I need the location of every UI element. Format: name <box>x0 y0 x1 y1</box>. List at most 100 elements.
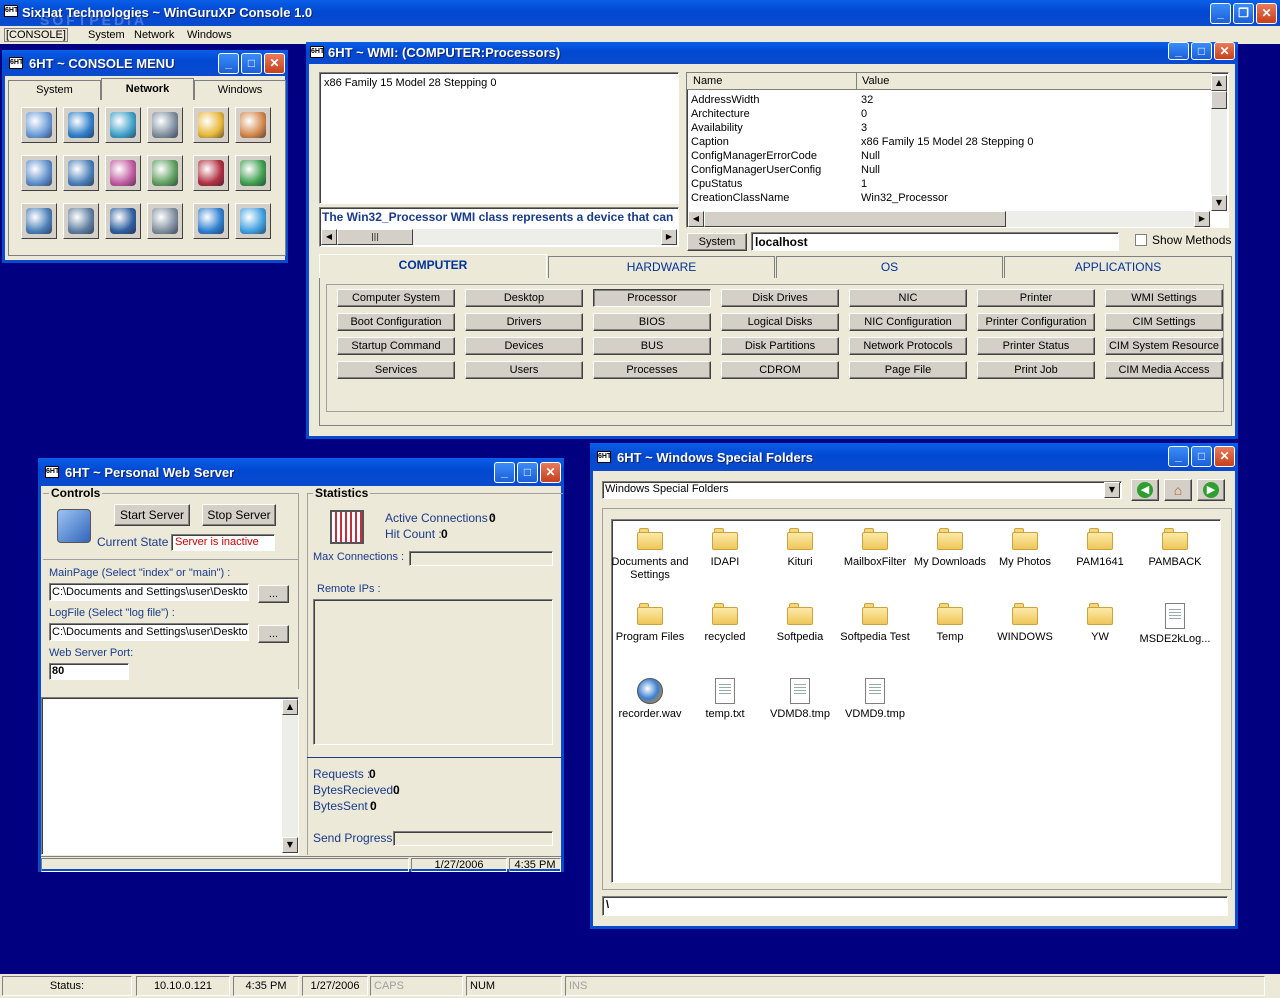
stop-server-button[interactable]: Stop Server <box>202 504 276 526</box>
world-icon[interactable] <box>235 203 271 239</box>
start-server-button[interactable]: Start Server <box>114 504 190 526</box>
wmi-property-row[interactable]: ConfigManagerErrorCode Null <box>687 149 1207 163</box>
wmi-grid-scroll-left-icon[interactable]: ◀ <box>688 211 704 227</box>
wmi-property-row[interactable]: Availability 3 <box>687 121 1207 135</box>
web-server-titlebar[interactable]: 6HT 6HT ~ Personal Web Server _ □ ✕ <box>38 458 564 486</box>
wmi-category-button[interactable]: Disk Partitions <box>721 337 839 355</box>
tab-applications[interactable]: APPLICATIONS <box>1004 256 1232 278</box>
wmi-category-button[interactable]: Desktop <box>465 289 583 307</box>
wmi-close-icon[interactable]: ✕ <box>1214 42 1235 60</box>
network-link-icon[interactable] <box>105 155 141 191</box>
wmi-maximize-icon[interactable]: □ <box>1191 42 1212 60</box>
wmi-category-button[interactable]: Computer System <box>337 289 455 307</box>
wmi-category-button[interactable]: CIM Settings <box>1105 313 1223 331</box>
folder-item[interactable]: Documents and Settings <box>610 528 690 582</box>
log-scroll-down-icon[interactable]: ▼ <box>282 837 298 853</box>
wmi-category-button[interactable]: Processor <box>593 289 711 307</box>
wmi-category-button[interactable]: Services <box>337 361 455 379</box>
network-devices-icon[interactable] <box>147 203 183 239</box>
wmi-category-button[interactable]: NIC <box>849 289 967 307</box>
menu-system[interactable]: System <box>88 29 125 41</box>
minimize-icon[interactable]: _ <box>1210 3 1231 24</box>
close-icon[interactable]: ✕ <box>1256 3 1277 24</box>
network-computer-icon[interactable] <box>63 155 99 191</box>
folder-view[interactable]: Documents and Settings IDAPI Kituri Mailbox… <box>611 519 1221 883</box>
earth-icon[interactable] <box>193 203 229 239</box>
ws-minimize-icon[interactable]: _ <box>494 462 515 483</box>
tab-os[interactable]: OS <box>776 256 1003 278</box>
wmi-desc-scroll-right-icon[interactable]: ▶ <box>661 229 677 245</box>
folder-item[interactable]: recycled <box>685 603 765 644</box>
menu-network[interactable]: Network <box>134 29 174 41</box>
wmi-category-button[interactable]: Printer Configuration <box>977 313 1095 331</box>
folder-item[interactable]: PAMBACK <box>1135 528 1215 569</box>
wmi-property-row[interactable]: AddressWidth 32 <box>687 93 1207 107</box>
forward-button[interactable]: ▶ <box>1197 479 1225 501</box>
network-map-icon[interactable] <box>147 155 183 191</box>
wmi-category-button[interactable]: Processes <box>593 361 711 379</box>
servers-icon[interactable] <box>63 203 99 239</box>
wmi-category-button[interactable]: Printer <box>977 289 1095 307</box>
home-button[interactable]: ⌂ <box>1164 479 1192 501</box>
server-log-textarea[interactable]: ▲ ▼ <box>41 697 299 855</box>
wmi-desc-scroll-thumb[interactable]: ||| <box>337 229 413 245</box>
folder-item[interactable]: PAM1641 <box>1060 528 1140 569</box>
wmi-property-row[interactable]: CpuStatus 1 <box>687 177 1207 191</box>
remote-ips-list[interactable] <box>313 599 553 745</box>
menu-windows[interactable]: Windows <box>187 29 232 41</box>
wmi-grid-scroll-right-icon[interactable]: ▶ <box>1194 211 1210 227</box>
workstation-icon[interactable] <box>21 203 57 239</box>
file-item[interactable]: MSDE2kLog... <box>1135 603 1215 646</box>
sf-maximize-icon[interactable]: □ <box>1191 446 1212 467</box>
wmi-grid-scroll-up-icon[interactable]: ▲ <box>1211 75 1227 91</box>
wmi-grid-hscroll-thumb[interactable] <box>704 211 1006 227</box>
wmi-category-button[interactable]: CDROM <box>721 361 839 379</box>
folder-dropdown[interactable]: Windows Special Folders ▼ <box>602 481 1122 499</box>
wmi-category-button[interactable]: Boot Configuration <box>337 313 455 331</box>
mainpage-input[interactable]: C:\Documents and Settings\user\Deskto <box>49 583 249 601</box>
tab-hardware[interactable]: HARDWARE <box>548 256 775 278</box>
wmi-category-button[interactable]: BIOS <box>593 313 711 331</box>
console-tab-windows[interactable]: Windows <box>194 80 286 100</box>
wmi-category-button[interactable]: Disk Drives <box>721 289 839 307</box>
chevron-down-icon[interactable]: ▼ <box>1104 482 1120 498</box>
wmi-desc-scroll-left-icon[interactable]: ◀ <box>321 229 337 245</box>
wmi-category-button[interactable]: Drivers <box>465 313 583 331</box>
main-titlebar[interactable]: 6HT SixHat Technologies ~ WinGuruXP Cons… <box>0 0 1280 28</box>
folder-item[interactable]: MailboxFilter <box>835 528 915 569</box>
show-methods-checkbox[interactable] <box>1135 234 1147 246</box>
wmi-titlebar[interactable]: 6HT 6HT ~ WMI: (COMPUTER:Processors) _ □… <box>306 42 1238 64</box>
sf-minimize-icon[interactable]: _ <box>1168 446 1189 467</box>
file-item[interactable]: VDMD8.tmp <box>760 678 840 721</box>
mainpage-browse-button[interactable]: ... <box>258 585 289 603</box>
folder-item[interactable]: Program Files <box>610 603 690 644</box>
wmi-category-button[interactable]: Print Job <box>977 361 1095 379</box>
chart-icon[interactable] <box>235 155 271 191</box>
network-tree-icon[interactable] <box>21 155 57 191</box>
menu-console[interactable]: [CONSOLE] <box>4 28 68 42</box>
folder-item[interactable]: YW <box>1060 603 1140 644</box>
globe-icon[interactable] <box>63 107 99 143</box>
wmi-grid-scroll-down-icon[interactable]: ▼ <box>1211 195 1227 211</box>
wmi-category-button[interactable]: CIM System Resource <box>1105 337 1223 355</box>
file-item[interactable]: recorder.wav <box>610 678 690 721</box>
wmi-category-button[interactable]: WMI Settings <box>1105 289 1223 307</box>
back-button[interactable]: ◀ <box>1131 479 1159 501</box>
console-minimize-icon[interactable]: _ <box>218 53 239 74</box>
wmi-property-row[interactable]: ConfigManagerUserConfig Null <box>687 163 1207 177</box>
wmi-property-row[interactable]: CreationClassName Win32_Processor <box>687 191 1207 205</box>
file-item[interactable]: VDMD9.tmp <box>835 678 915 721</box>
file-item[interactable]: temp.txt <box>685 678 765 721</box>
users-icon[interactable] <box>235 107 271 143</box>
wmi-category-button[interactable]: NIC Configuration <box>849 313 967 331</box>
port-input[interactable]: 80 <box>49 663 129 680</box>
path-input[interactable]: \ <box>602 896 1228 916</box>
console-close-icon[interactable]: ✕ <box>264 53 285 74</box>
log-scroll-up-icon[interactable]: ▲ <box>282 699 298 715</box>
wmi-category-button[interactable]: Logical Disks <box>721 313 839 331</box>
wmi-minimize-icon[interactable]: _ <box>1168 42 1189 60</box>
wmi-col-name[interactable]: Name <box>693 75 722 87</box>
phone-icon[interactable] <box>147 107 183 143</box>
graph-icon[interactable] <box>193 155 229 191</box>
folder-share-icon[interactable] <box>193 107 229 143</box>
